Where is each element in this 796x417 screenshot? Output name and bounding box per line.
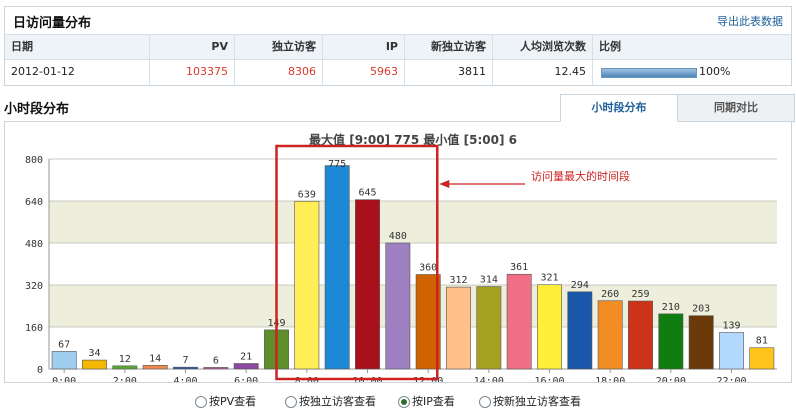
radio-circle-icon: [398, 396, 410, 408]
radio-view-pv[interactable]: 按PV查看: [195, 392, 256, 412]
grid-band: [49, 201, 777, 243]
tab-hourly-distribution[interactable]: 小时段分布: [560, 94, 678, 122]
daily-table-header: 日期 PV 独立访客 IP 新独立访客 人均浏览次数 比例: [5, 34, 791, 60]
x-tick-label: 4:00: [173, 376, 197, 382]
bar-value-label: 314: [480, 275, 498, 286]
bar-6:00: [233, 363, 259, 370]
bar-value-label: 7: [182, 355, 188, 366]
bar-5:00: [203, 367, 229, 370]
bar-value-label: 34: [88, 348, 100, 359]
annotation-arrow-icon: [439, 180, 450, 188]
bar-value-label: 6: [213, 355, 219, 366]
cell-avg-views: 12.45: [493, 60, 593, 86]
bar-10:00: [355, 199, 380, 370]
bar-value-label: 203: [692, 304, 710, 315]
bar-14:00: [476, 286, 502, 370]
ratio-text: 100%: [699, 65, 731, 78]
export-table-link[interactable]: 导出此表数据: [717, 13, 783, 29]
bar-value-label: 775: [328, 159, 346, 170]
bar-23:00: [749, 347, 775, 370]
cell-ratio: 100%: [593, 60, 791, 86]
radio-view-ip[interactable]: 按IP查看: [398, 392, 455, 412]
daily-title: 日访问量分布: [13, 16, 92, 31]
radio-circle-icon: [479, 396, 491, 408]
y-tick-label: 800: [25, 155, 43, 166]
bar-value-label: 480: [389, 231, 407, 242]
bar-17:00: [567, 291, 593, 370]
bar-19:00: [628, 300, 653, 370]
bar-8:00: [294, 200, 320, 370]
bar-value-label: 81: [756, 336, 768, 347]
header-avg-views: 人均浏览次数: [493, 35, 593, 59]
x-tick-label: 2:00: [113, 376, 137, 382]
x-tick-label: 14:00: [474, 376, 504, 382]
x-tick-label: 0:00: [52, 376, 76, 382]
bar-13:00: [446, 286, 471, 370]
bar-value-label: 12: [119, 354, 131, 365]
bar-16:00: [537, 284, 562, 370]
cell-pv: 103375: [150, 60, 235, 86]
bar-2:00: [112, 365, 138, 370]
header-visitors: 独立访客: [235, 35, 323, 59]
x-tick-label: 6:00: [234, 376, 258, 382]
y-tick-label: 320: [25, 281, 43, 292]
bar-value-label: 645: [358, 188, 376, 199]
bar-21:00: [688, 315, 714, 370]
bar-value-label: 259: [631, 289, 649, 300]
x-tick-label: 22:00: [716, 376, 746, 382]
daily-distribution-panel: 日访问量分布 导出此表数据 日期 PV 独立访客 IP 新独立访客 人均浏览次数…: [4, 6, 792, 86]
bar-4:00: [173, 366, 198, 370]
bar-value-label: 360: [419, 263, 437, 274]
header-date: 日期: [5, 35, 150, 59]
bar-value-label: 14: [149, 353, 161, 364]
header-ip: IP: [323, 35, 405, 59]
bar-value-label: 312: [449, 275, 467, 286]
bar-value-label: 210: [662, 302, 680, 313]
ratio-bar: [601, 68, 697, 78]
y-tick-label: 640: [25, 197, 43, 208]
bar-value-label: 321: [540, 273, 558, 284]
radio-view-new-visitors[interactable]: 按新独立访客查看: [479, 392, 581, 412]
header-new-visitors: 新独立访客: [405, 35, 493, 59]
bar-11:00: [385, 242, 411, 370]
bar-1:00: [82, 359, 107, 370]
cell-ip: 5963: [323, 60, 405, 86]
bar-0:00: [51, 351, 77, 370]
radio-view-visitors[interactable]: 按独立访客查看: [285, 392, 376, 412]
bar-15:00: [506, 273, 532, 370]
cell-visitors: 8306: [235, 60, 323, 86]
annotation-label: 访问量最大的时间段: [531, 169, 630, 183]
header-ratio: 比例: [599, 40, 621, 53]
radio-circle-icon: [285, 396, 297, 408]
table-row: 2012-01-12 103375 8306 5963 3811 12.45 1…: [5, 60, 791, 86]
x-tick-label: 16:00: [534, 376, 564, 382]
header-pv: PV: [150, 35, 235, 59]
cell-new-visitors: 3811: [405, 60, 493, 86]
x-tick-label: 20:00: [656, 376, 686, 382]
bar-18:00: [597, 300, 623, 370]
bar-value-label: 361: [510, 262, 528, 273]
bar-value-label: 294: [571, 280, 589, 291]
bar-value-label: 21: [240, 351, 252, 362]
cell-date: 2012-01-12: [5, 60, 150, 86]
hourly-chart-panel: 最大值 [9:00] 775 最小值 [5:00] 6 0 160 320 480 640…: [4, 121, 792, 383]
hourly-title: 小时段分布: [4, 102, 70, 117]
y-tick-label: 0: [37, 365, 43, 376]
hourly-bar-chart: 最大值 [9:00] 775 最小值 [5:00] 60160320480640…: [25, 132, 777, 382]
bar-9:00: [324, 165, 350, 370]
y-tick-label: 160: [25, 323, 43, 334]
radio-circle-icon: [195, 396, 207, 408]
x-tick-label: 18:00: [595, 376, 625, 382]
bar-value-label: 67: [58, 339, 70, 350]
bar-20:00: [658, 313, 684, 370]
bar-value-label: 260: [601, 289, 619, 300]
bar-value-label: 139: [722, 321, 740, 332]
bar-3:00: [142, 365, 168, 370]
bar-value-label: 639: [298, 189, 316, 200]
y-tick-label: 480: [25, 239, 43, 250]
tab-period-compare[interactable]: 同期对比: [677, 94, 795, 122]
bar-22:00: [719, 332, 744, 370]
